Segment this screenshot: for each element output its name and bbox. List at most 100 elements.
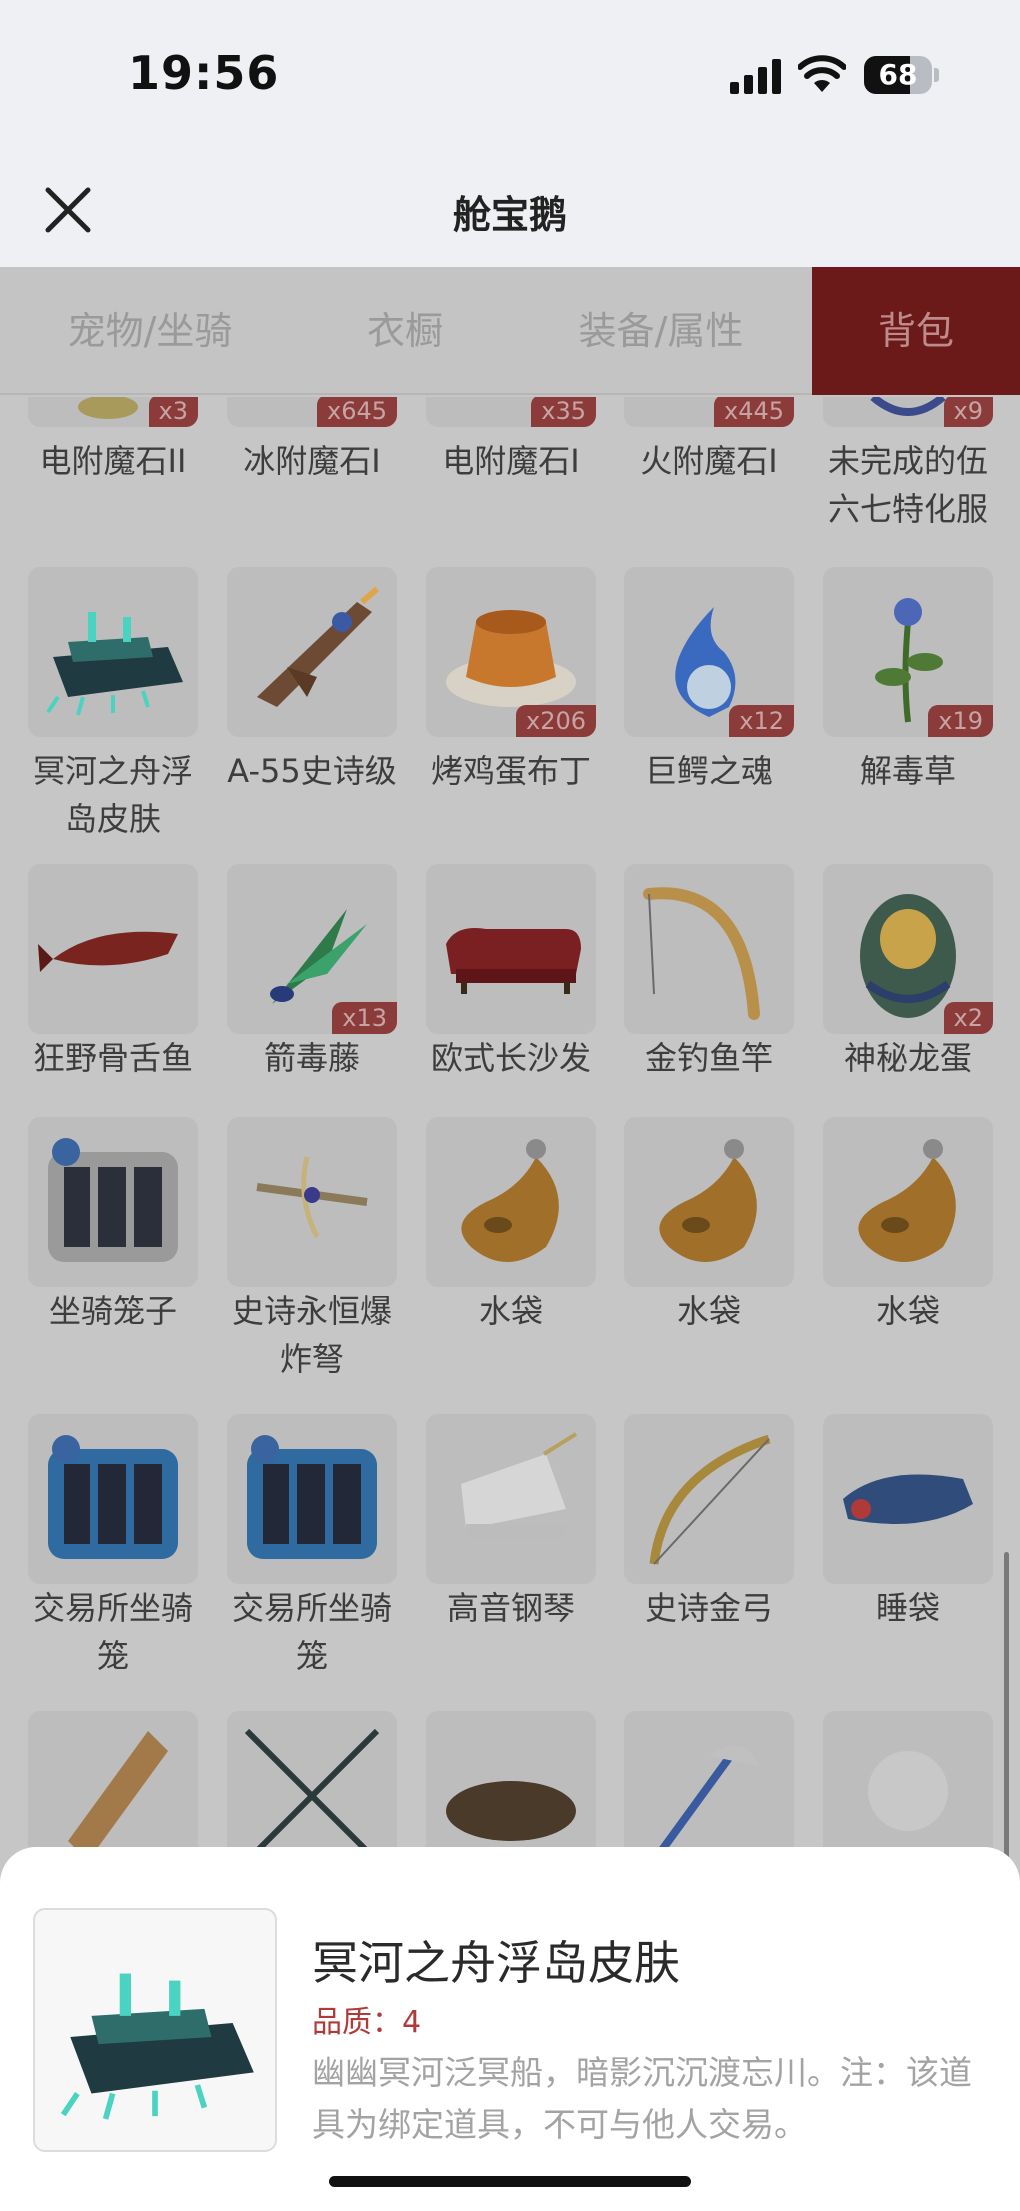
item-quantity: x13 bbox=[332, 1002, 397, 1034]
battery-icon: 68 bbox=[864, 56, 932, 94]
item-label: 解毒草 bbox=[859, 752, 956, 790]
item-thumbnail bbox=[227, 1414, 397, 1584]
item-thumbnail bbox=[823, 1117, 993, 1287]
ship-icon bbox=[60, 1973, 254, 2120]
page-title: 舱宝鹅 bbox=[452, 193, 567, 237]
item-quantity: x3 bbox=[148, 397, 198, 427]
item-label: 电附魔石II bbox=[39, 442, 187, 480]
bow-icon bbox=[649, 1434, 771, 1565]
item-thumbnail: x445 bbox=[624, 397, 794, 427]
item-quantity: x19 bbox=[928, 705, 993, 737]
item-thumbnail bbox=[28, 1117, 198, 1287]
water-bag-icon bbox=[858, 1139, 956, 1262]
item-quantity: x445 bbox=[713, 397, 794, 427]
wifi-icon bbox=[798, 55, 846, 92]
item-label: 水袋 bbox=[676, 1292, 741, 1330]
item-label: 火附魔石I bbox=[640, 442, 778, 480]
item-label: 电附魔石I bbox=[442, 442, 580, 480]
item-thumbnail bbox=[823, 1711, 993, 1847]
spear-icon bbox=[244, 1728, 380, 1847]
tab-pets-mounts[interactable]: 宠物/坐骑 bbox=[0, 267, 300, 395]
item-thumbnail bbox=[227, 1711, 397, 1847]
item-label: 水袋 bbox=[478, 1292, 543, 1330]
cage-blue-icon bbox=[48, 1435, 178, 1559]
item-thumbnail: x206 bbox=[426, 567, 596, 737]
water-bag-icon bbox=[461, 1139, 559, 1262]
home-indicator[interactable] bbox=[329, 2176, 691, 2187]
item-quantity: x2 bbox=[943, 1002, 993, 1034]
item-label: A-55史诗级 bbox=[227, 752, 397, 790]
cage-blue-icon bbox=[247, 1435, 377, 1559]
detail-item-name: 冥河之舟浮岛皮肤 bbox=[312, 1936, 680, 1990]
item-label: 高音钢琴 bbox=[446, 1589, 575, 1627]
item-quantity: x12 bbox=[729, 705, 794, 737]
item-thumbnail bbox=[624, 1117, 794, 1287]
top-bar: 19:56 68 舱宝鹅 bbox=[0, 0, 1020, 267]
item-label: 睡袋 bbox=[875, 1589, 940, 1627]
item-label: 烤鸡蛋布丁 bbox=[430, 752, 591, 790]
item-label: 巨鳄之魂 bbox=[644, 752, 773, 790]
item-label: 交易所坐骑笼 bbox=[231, 1589, 392, 1675]
status-time: 19:56 bbox=[128, 46, 280, 100]
item-thumbnail bbox=[624, 1414, 794, 1584]
item-quantity: x645 bbox=[316, 397, 397, 427]
item-thumbnail: x9 bbox=[823, 397, 993, 427]
water-bag-icon bbox=[659, 1139, 757, 1262]
item-thumbnail: x13 bbox=[227, 864, 397, 1034]
tab-bar: 宠物/坐骑 衣橱 装备/属性 背包 bbox=[0, 267, 1020, 395]
item-thumbnail bbox=[624, 864, 794, 1034]
fish-icon bbox=[38, 931, 178, 972]
dish-icon bbox=[446, 1781, 576, 1841]
item-thumbnail bbox=[28, 864, 198, 1034]
cage-icon bbox=[48, 1138, 178, 1262]
ship-icon bbox=[46, 612, 183, 716]
cellular-signal-icon bbox=[730, 59, 781, 94]
item-thumbnail: x12 bbox=[624, 567, 794, 737]
item-quantity: x9 bbox=[943, 397, 993, 427]
item-thumbnail bbox=[624, 1711, 794, 1847]
crossbow-icon bbox=[256, 1156, 368, 1239]
detail-item-quality: 品质：4 bbox=[312, 2005, 422, 2040]
item-thumbnail bbox=[823, 1414, 993, 1584]
item-thumbnail: x2 bbox=[823, 864, 993, 1034]
item-thumbnail bbox=[28, 1414, 198, 1584]
battery-level: 68 bbox=[878, 58, 918, 91]
item-quantity: x35 bbox=[531, 397, 596, 427]
item-label: 交易所坐骑笼 bbox=[32, 1589, 193, 1675]
item-thumbnail: x645 bbox=[227, 397, 397, 427]
item-label: 箭毒藤 bbox=[263, 1039, 360, 1077]
item-thumbnail bbox=[426, 1117, 596, 1287]
item-placeholder-icon bbox=[868, 1751, 948, 1831]
inventory-grid: x3 电附魔石II x645 冰附魔石I x35 电附魔石I x445 火附魔石… bbox=[0, 397, 1020, 1847]
detail-thumbnail bbox=[33, 1908, 277, 2152]
item-label: 未完成的伍六七特化服 bbox=[827, 442, 988, 528]
item-thumbnail bbox=[426, 1414, 596, 1584]
item-thumbnail: x35 bbox=[426, 397, 596, 427]
item-label: 神秘龙蛋 bbox=[843, 1039, 972, 1077]
battery-tip bbox=[934, 68, 939, 82]
item-label: 冰附魔石I bbox=[243, 442, 381, 480]
item-label: 冥河之舟浮岛皮肤 bbox=[32, 752, 193, 838]
item-thumbnail: x3 bbox=[28, 397, 198, 427]
item-quantity: x206 bbox=[515, 705, 596, 737]
sleeping-bag-icon bbox=[843, 1474, 973, 1524]
detail-item-description: 幽幽冥河泛冥船，暗影沉沉渡忘川。注：该道具为绑定道具，不可与他人交易。 bbox=[312, 2053, 972, 2144]
tab-backpack[interactable]: 背包 bbox=[812, 267, 1020, 395]
item-thumbnail bbox=[227, 1117, 397, 1287]
item-label: 史诗永恒爆炸弩 bbox=[231, 1292, 392, 1378]
item-thumbnail bbox=[28, 567, 198, 737]
scroll-icon bbox=[68, 1731, 168, 1847]
tab-wardrobe[interactable]: 衣橱 bbox=[300, 267, 510, 395]
axe-icon bbox=[659, 1745, 759, 1847]
tab-equipment[interactable]: 装备/属性 bbox=[510, 267, 812, 395]
item-label: 水袋 bbox=[875, 1292, 940, 1330]
item-label: 狂野骨舌鱼 bbox=[32, 1039, 193, 1077]
item-thumbnail bbox=[227, 567, 397, 737]
piano-icon bbox=[461, 1432, 578, 1538]
item-label: 史诗金弓 bbox=[644, 1589, 773, 1627]
item-label: 金钓鱼竿 bbox=[644, 1039, 773, 1077]
item-thumbnail bbox=[426, 864, 596, 1034]
gun-icon bbox=[257, 586, 379, 707]
sofa-icon bbox=[446, 928, 581, 994]
item-thumbnail bbox=[426, 1711, 596, 1847]
